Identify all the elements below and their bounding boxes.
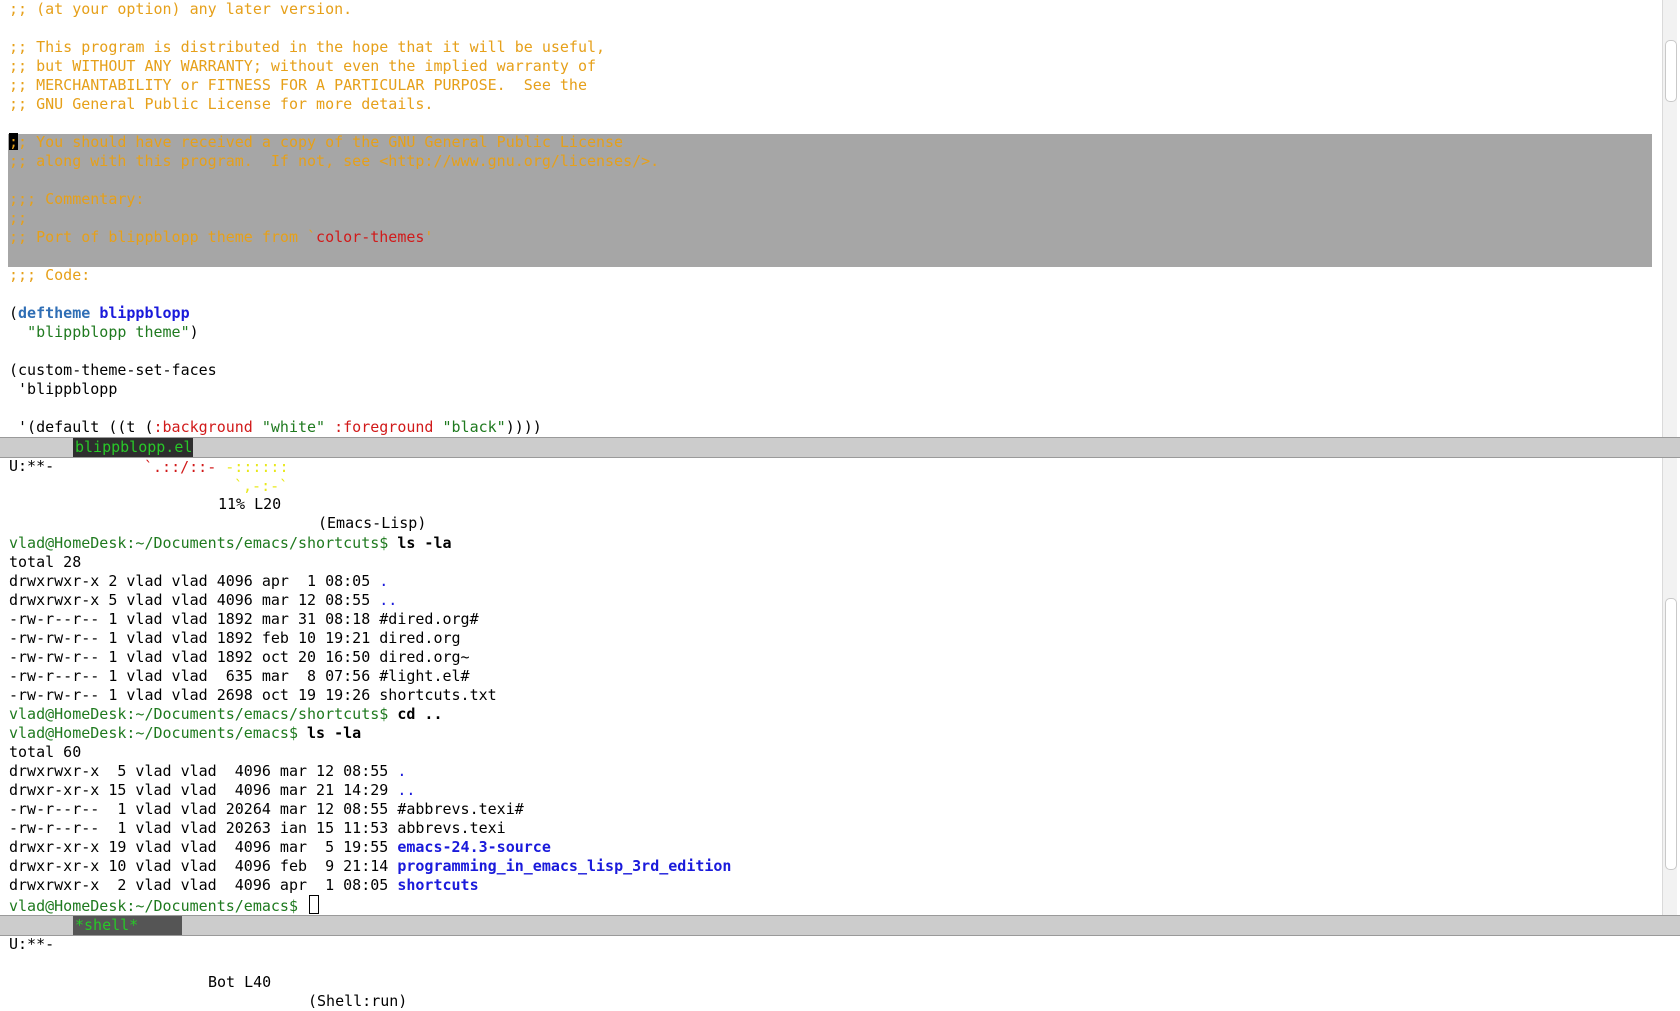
listing-row: -rw-rw-r-- 1 vlad vlad 2698 oct 19 19:26… [9,686,497,704]
code-line-20: (custom-theme-set-faces [9,361,217,379]
shell-input-line[interactable]: vlad@HomeDesk:~/Documents/emacs$ [9,895,320,915]
code-line-17: (deftheme blippblopp [9,304,190,322]
code-line-21: 'blippblopp [9,380,118,398]
shell-cursor [309,895,320,914]
bottom-scrollbar-thumb[interactable] [1665,598,1677,870]
listing-row: drwxr-xr-x 19 vlad vlad 4096 mar 5 19:55… [9,838,551,856]
modeline-major-mode[interactable]: (Shell:run) [308,992,407,1011]
modeline-elisp[interactable]: U:**- blippblopp.el 11% L20 (Emacs-Lisp) [0,437,1680,532]
code-line-4: ;; but WITHOUT ANY WARRANTY; without eve… [9,57,596,75]
code-line-15: ;;; Code: [9,266,91,284]
listing-row: drwxrwxr-x 5 vlad vlad 4096 mar 12 08:55… [9,591,398,609]
modeline-shell[interactable]: U:**- *shell* Bot L40 (Shell:run) [0,915,1680,1010]
modeline-buffer-name[interactable]: *shell* [73,916,182,935]
code-line-13: ;; Port of blippblopp theme from `color-… [9,228,434,246]
code-line-18: "blippblopp theme") [27,323,199,341]
listing-row: drwxr-xr-x 15 vlad vlad 4096 mar 21 14:2… [9,781,416,799]
listing-row: -rw-r--r-- 1 vlad vlad 1892 mar 31 08:18… [9,610,479,628]
ascii-art-line-2: `,-:-` [234,477,289,495]
code-line-11: ;;; Commentary: [9,190,145,208]
listing-row: -rw-rw-r-- 1 vlad vlad 1892 oct 20 16:50… [9,648,470,666]
editor-pane-elisp[interactable]: ;; (at your option) any later version. ;… [0,0,1652,437]
shell-pane[interactable]: `.::/::- -:::::: `,-:-` vlad@HomeDesk:~/… [0,458,1652,915]
listing-row: -rw-r--r-- 1 vlad vlad 20264 mar 12 08:5… [9,800,524,818]
code-line-5: ;; MERCHANTABILITY or FITNESS FOR A PART… [9,76,587,94]
code-line-8: ;; You should have received a copy of th… [9,133,624,151]
modeline-position: Bot L40 [208,973,272,991]
code-line-6: ;; GNU General Public License for more d… [9,95,434,113]
shell-output-total: total 60 [9,743,82,761]
shell-prompt-line: vlad@HomeDesk:~/Documents/emacs/shortcut… [9,705,443,723]
listing-row: -rw-rw-r-- 1 vlad vlad 1892 feb 10 19:21… [9,629,461,647]
shell-prompt-line: vlad@HomeDesk:~/Documents/emacs$ ls -la [9,724,362,742]
top-scrollbar-thumb[interactable] [1665,40,1677,102]
modeline-buffer-name[interactable]: blippblopp.el [73,438,193,457]
code-line-9: ;; along with this program. If not, see … [9,152,660,170]
listing-row: drwxr-xr-x 10 vlad vlad 4096 feb 9 21:14… [9,857,732,875]
code-line-12: ;; [9,209,28,227]
top-scrollbar[interactable] [1662,0,1677,437]
listing-row: -rw-r--r-- 1 vlad vlad 635 mar 8 07:56 #… [9,667,470,685]
listing-row: -rw-r--r-- 1 vlad vlad 20263 ian 15 11:5… [9,819,506,837]
shell-output-total: total 28 [9,553,82,571]
code-line-1: ;; (at your option) any later version. [9,0,353,18]
bottom-scrollbar[interactable] [1662,458,1677,915]
listing-row: drwxrwxr-x 5 vlad vlad 4096 mar 12 08:55… [9,762,407,780]
ascii-art-line-1: `.::/::- -:::::: [144,458,289,476]
code-line-3: ;; This program is distributed in the ho… [9,38,606,56]
shell-prompt-line: vlad@HomeDesk:~/Documents/emacs/shortcut… [9,534,452,552]
code-line-23: '(default ((t (:background "white" :fore… [9,418,542,436]
listing-row: drwxrwxr-x 2 vlad vlad 4096 apr 1 08:05 … [9,572,389,590]
listing-row: drwxrwxr-x 2 vlad vlad 4096 apr 1 08:05 … [9,876,479,894]
modeline-status: U:**- [9,935,55,953]
